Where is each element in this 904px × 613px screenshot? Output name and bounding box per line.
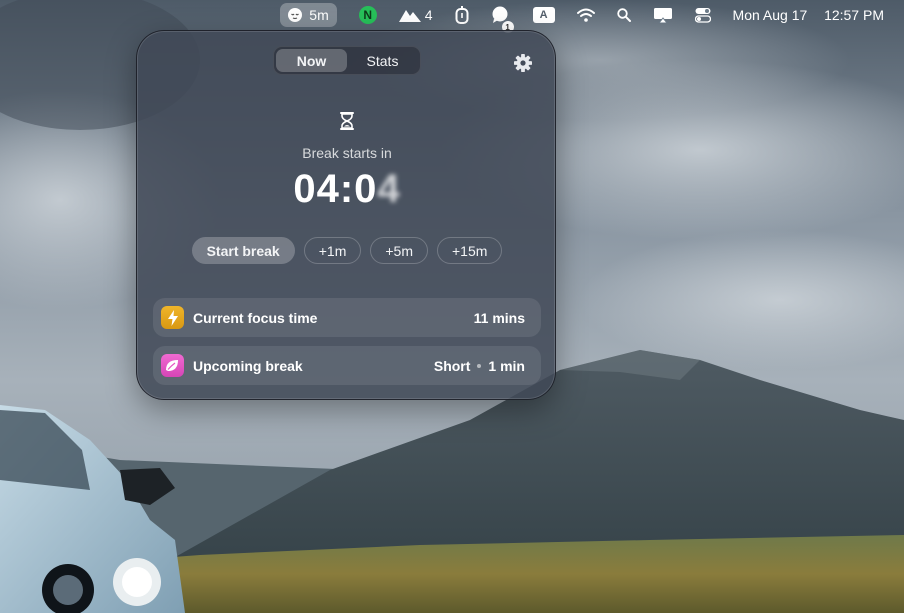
menubar-break-timer-label: 5m bbox=[309, 7, 329, 23]
upcoming-break-label: Upcoming break bbox=[193, 357, 303, 374]
n-app-icon: N bbox=[358, 6, 377, 24]
input-source-icon: A bbox=[532, 7, 555, 23]
tab-stats[interactable]: Stats bbox=[347, 49, 418, 72]
menubar-spotlight[interactable] bbox=[616, 0, 631, 30]
menu-bar: 5m N 4 1 A Mon Aug 17 12:57 PM bbox=[0, 0, 904, 33]
view-segmented-control: Now Stats bbox=[273, 46, 421, 75]
menubar-break-timer[interactable]: 5m bbox=[280, 3, 337, 27]
menubar-screen-mirroring[interactable] bbox=[653, 0, 673, 30]
mountain-icon bbox=[398, 7, 421, 23]
countdown-main: 04:0 bbox=[293, 167, 378, 211]
upcoming-break-row: Upcoming break Short 1 min bbox=[153, 346, 541, 385]
lightning-icon bbox=[161, 306, 184, 329]
menubar-chat-app[interactable]: 1 bbox=[491, 0, 514, 33]
break-duration: 1 min bbox=[488, 357, 525, 374]
current-focus-row: Current focus time 11 mins bbox=[153, 298, 541, 337]
start-break-button[interactable]: Start break bbox=[191, 237, 295, 264]
current-focus-label: Current focus time bbox=[193, 309, 318, 326]
menubar-control-center[interactable] bbox=[694, 0, 711, 30]
break-subtitle: Break starts in bbox=[302, 145, 392, 161]
hourglass-icon bbox=[338, 111, 356, 136]
current-focus-value: 11 mins bbox=[473, 309, 525, 326]
mountain-count: 4 bbox=[424, 7, 433, 23]
action-buttons: Start break +1m +5m +15m bbox=[137, 237, 557, 264]
menubar-n-app[interactable]: N bbox=[358, 0, 377, 30]
separator-dot bbox=[477, 363, 482, 368]
menubar-wifi[interactable] bbox=[576, 0, 595, 30]
menubar-clock[interactable]: Mon Aug 17 12:57 PM bbox=[733, 7, 884, 23]
break-timer-popover: Now Stats Break starts in 04:04 Start br… bbox=[136, 30, 556, 400]
tab-now[interactable]: Now bbox=[276, 49, 347, 72]
countdown-timer: 04:04 bbox=[137, 167, 557, 212]
screen-mirroring-icon bbox=[653, 7, 673, 23]
gear-icon bbox=[513, 54, 533, 77]
add-1m-button[interactable]: +1m bbox=[303, 237, 362, 264]
menubar-timer-app[interactable] bbox=[455, 0, 469, 30]
control-center-icon bbox=[694, 7, 711, 23]
sleepy-face-icon bbox=[287, 7, 303, 23]
settings-button[interactable] bbox=[513, 53, 533, 73]
upcoming-break-value: Short 1 min bbox=[434, 358, 525, 374]
menubar-input-source[interactable]: A bbox=[532, 0, 555, 30]
leaf-icon bbox=[161, 354, 184, 377]
countdown-last-digit: 4 bbox=[377, 167, 401, 211]
menubar-date: Mon Aug 17 bbox=[732, 7, 808, 23]
search-icon bbox=[616, 8, 631, 22]
wifi-icon bbox=[576, 8, 595, 22]
menubar-mountain-app[interactable]: 4 bbox=[398, 0, 433, 30]
stopwatch-icon bbox=[455, 6, 469, 24]
menubar-time: 12:57 PM bbox=[824, 7, 884, 23]
add-15m-button[interactable]: +15m bbox=[436, 237, 503, 264]
break-type: Short bbox=[433, 357, 471, 374]
add-5m-button[interactable]: +5m bbox=[370, 237, 428, 264]
